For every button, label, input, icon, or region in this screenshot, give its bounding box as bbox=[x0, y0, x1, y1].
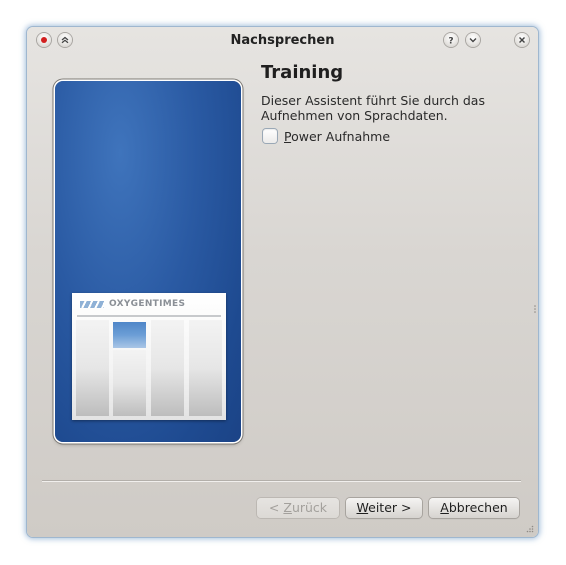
minimize-button[interactable] bbox=[466, 33, 480, 47]
back-mnemonic: Z bbox=[283, 500, 292, 515]
newspaper-logo-text: OXYGENTIMES bbox=[109, 299, 186, 309]
newspaper-rule bbox=[77, 315, 221, 317]
wizard-content: OXYGENTIMES Training Dieser Assistent fü… bbox=[27, 53, 538, 537]
page-description: Dieser Assistent führt Sie durch das Auf… bbox=[261, 93, 485, 123]
title-bar[interactable]: Nachsprechen ? bbox=[27, 27, 538, 53]
help-button[interactable]: ? bbox=[444, 33, 458, 47]
cancel-mnemonic: A bbox=[440, 500, 449, 515]
close-button[interactable] bbox=[515, 33, 529, 47]
next-button[interactable]: Weiter > bbox=[346, 498, 422, 518]
back-prefix: < bbox=[268, 500, 284, 515]
logo-stripes-icon bbox=[80, 300, 104, 308]
next-label: eiter > bbox=[368, 500, 412, 515]
help-icon: ? bbox=[448, 37, 453, 47]
resize-side-grip-icon[interactable] bbox=[534, 305, 536, 313]
back-label: urück bbox=[291, 500, 328, 515]
minimize-icon bbox=[469, 38, 477, 43]
newspaper-column bbox=[151, 320, 184, 416]
power-recording-label: Power Aufnahme bbox=[284, 129, 390, 144]
next-mnemonic: W bbox=[356, 500, 369, 515]
newspaper-photo bbox=[113, 322, 146, 348]
close-icon bbox=[519, 37, 525, 43]
power-recording-option[interactable]: Power Aufnahme bbox=[263, 127, 390, 145]
window-title: Nachsprechen bbox=[230, 33, 335, 48]
button-separator bbox=[42, 480, 521, 482]
power-recording-checkbox[interactable] bbox=[263, 129, 277, 143]
newspaper-illustration: OXYGENTIMES bbox=[72, 293, 226, 420]
newspaper-column bbox=[189, 320, 222, 416]
wizard-side-image: OXYGENTIMES bbox=[55, 81, 241, 442]
cancel-button[interactable]: Abbrechen bbox=[429, 498, 519, 518]
newspaper-column bbox=[76, 320, 109, 416]
newspaper-column bbox=[113, 350, 146, 416]
cancel-label: bbrechen bbox=[448, 500, 508, 515]
resize-grip-icon[interactable] bbox=[526, 525, 534, 533]
svg-text:?: ? bbox=[448, 37, 453, 47]
wizard-window: Nachsprechen ? OXYGENTIMES Training Dies… bbox=[27, 27, 538, 537]
newspaper-logo: OXYGENTIMES bbox=[80, 299, 185, 309]
label-text: ower Aufnahme bbox=[291, 128, 391, 144]
page-title: Training bbox=[261, 62, 344, 83]
back-button[interactable]: < Zurück bbox=[257, 498, 339, 518]
